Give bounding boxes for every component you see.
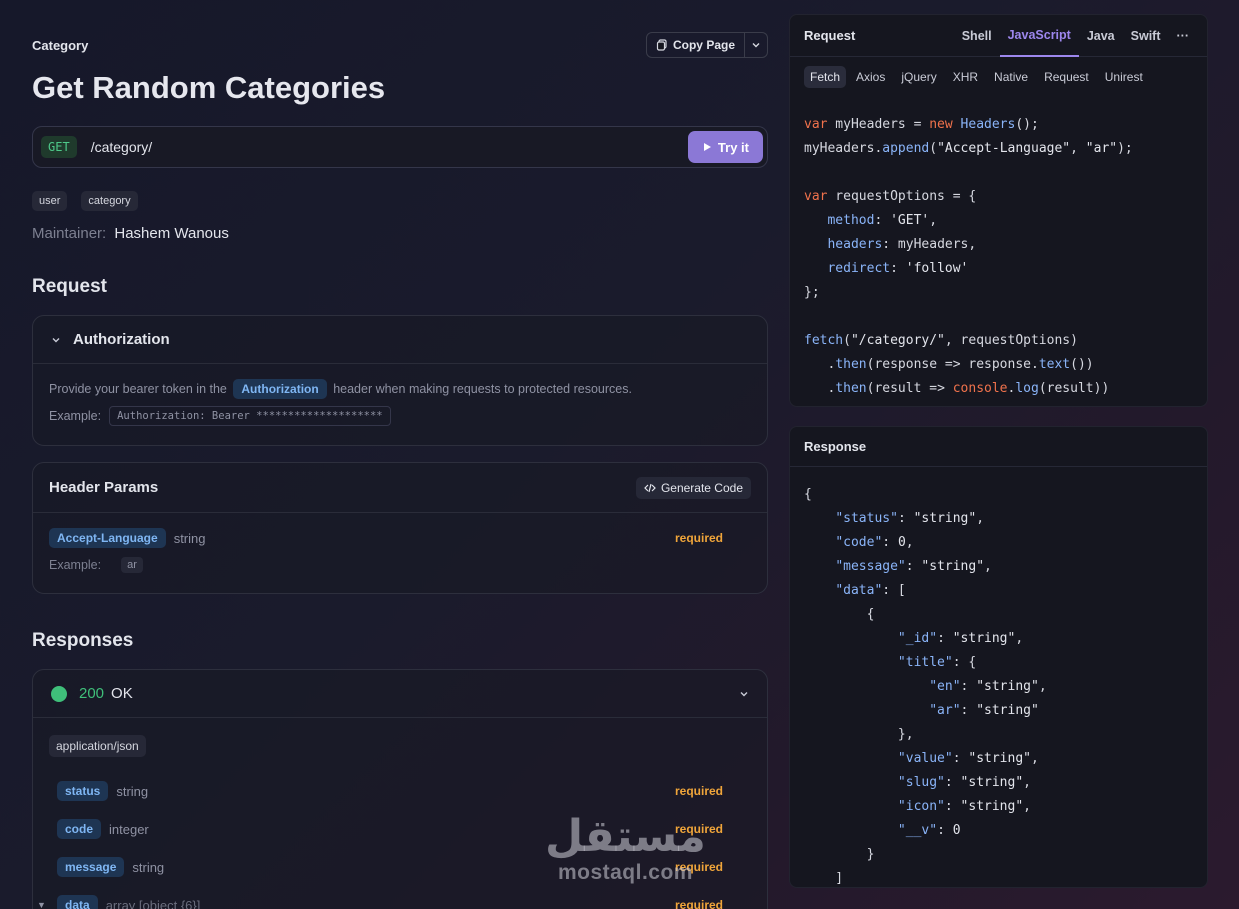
generate-code-button[interactable]: Generate Code xyxy=(635,476,751,499)
library-tabs: Fetch Axios jQuery XHR Native Request Un… xyxy=(790,57,1207,97)
response-example-panel: Response { "status": "string", "code": 0… xyxy=(789,426,1208,888)
tag-category[interactable]: category xyxy=(81,191,138,211)
field-type: string xyxy=(116,783,149,799)
copy-page-group: Copy Page xyxy=(645,32,768,58)
param-example-value: ar xyxy=(121,557,143,573)
try-it-label: Try it xyxy=(717,139,749,155)
auth-example: Example: Authorization: Bearer *********… xyxy=(49,406,751,426)
response-panel-title: Response xyxy=(804,439,867,454)
lib-axios[interactable]: Axios xyxy=(850,66,891,88)
generate-code-label: Generate Code xyxy=(660,480,743,495)
tab-java[interactable]: Java xyxy=(1079,15,1123,57)
response-200-header[interactable]: 200 OK xyxy=(33,670,767,718)
chevron-down-icon xyxy=(52,337,60,342)
field-row-data[interactable]: ▼ data array [object {6}] required xyxy=(37,886,751,909)
param-example: Example: ar xyxy=(49,557,751,573)
page-title: Get Random Categories xyxy=(32,70,386,105)
field-type: string xyxy=(132,859,165,875)
request-code-panel: Request Shell JavaScript Java Swift ··· … xyxy=(789,14,1208,407)
try-it-button[interactable]: Try it xyxy=(687,131,763,163)
field-name: code xyxy=(57,819,102,839)
auth-header-chip: Authorization xyxy=(233,379,327,399)
caret-down-icon: ▼ xyxy=(37,900,46,909)
responses-heading: Responses xyxy=(32,630,134,651)
tag-user[interactable]: user xyxy=(32,191,68,211)
watermark-arabic: مستقل xyxy=(545,811,706,862)
lib-native[interactable]: Native xyxy=(988,66,1034,88)
request-heading: Request xyxy=(32,276,107,297)
field-name: data xyxy=(57,895,98,909)
field-type: array [object {6}] xyxy=(105,897,201,909)
code-icon xyxy=(644,483,656,492)
tab-javascript[interactable]: JavaScript xyxy=(999,15,1079,57)
auth-example-label: Example: xyxy=(49,409,102,423)
lib-fetch[interactable]: Fetch xyxy=(804,66,847,88)
field-name: status xyxy=(57,781,109,801)
mostaql-watermark: مستقل mostaql.com xyxy=(545,815,706,885)
copy-page-label: Copy Page xyxy=(672,38,735,52)
chevron-down-icon xyxy=(740,691,748,696)
play-icon xyxy=(703,143,711,151)
authorization-header[interactable]: Authorization xyxy=(33,316,767,364)
lib-jquery[interactable]: jQuery xyxy=(895,66,942,88)
tab-shell[interactable]: Shell xyxy=(954,15,1000,57)
param-item: Accept-Language string required Example:… xyxy=(33,513,767,573)
copy-page-button[interactable]: Copy Page xyxy=(647,33,745,57)
status-dot xyxy=(51,685,67,702)
more-icon[interactable]: ··· xyxy=(1169,15,1208,57)
param-name: Accept-Language xyxy=(49,528,166,548)
request-code-block[interactable]: var myHeaders = new Headers(); myHeaders… xyxy=(790,113,1207,401)
status-text: OK xyxy=(111,685,133,702)
category-label: Category xyxy=(32,37,89,53)
auth-desc-before: Provide your bearer token in the xyxy=(49,382,227,396)
maintainer-label: Maintainer: xyxy=(32,225,107,242)
header-params-header: Header Params Generate Code xyxy=(33,463,767,513)
lib-request[interactable]: Request xyxy=(1038,66,1095,88)
method-badge: GET xyxy=(41,136,77,158)
header-params-title: Header Params xyxy=(49,479,159,496)
lib-unirest[interactable]: Unirest xyxy=(1099,66,1149,88)
param-row: Accept-Language string required xyxy=(49,528,751,548)
field-name: message xyxy=(57,857,125,877)
content-type-badge[interactable]: application/json xyxy=(49,735,146,757)
watermark-latin: mostaql.com xyxy=(557,861,693,884)
chevron-down-icon xyxy=(752,43,760,48)
param-example-label: Example: xyxy=(49,558,102,572)
response-code-block[interactable]: { "status": "string", "code": 0, "messag… xyxy=(790,483,1207,887)
request-panel-title: Request xyxy=(804,28,856,43)
endpoint-path: /category/ xyxy=(90,139,153,155)
category-row: Category Copy Page xyxy=(32,30,768,60)
required-badge: required xyxy=(674,898,723,909)
authorization-body: Provide your bearer token in the Authori… xyxy=(33,364,767,442)
response-panel-header: Response xyxy=(790,427,1207,467)
field-row: status string required xyxy=(57,772,751,810)
tag-list: user category xyxy=(32,191,768,211)
authorization-card: Authorization Provide your bearer token … xyxy=(32,315,768,446)
copy-page-dropdown[interactable] xyxy=(745,33,767,57)
status-code: 200 xyxy=(79,685,105,702)
param-type: string xyxy=(173,530,206,546)
copy-icon xyxy=(656,39,667,51)
required-badge: required xyxy=(674,531,723,545)
header-params-card: Header Params Generate Code Accept-Langu… xyxy=(32,462,768,594)
maintainer-name: Hashem Wanous xyxy=(114,225,229,242)
endpoint-bar: GET /category/ Try it xyxy=(32,126,768,168)
lib-xhr[interactable]: XHR xyxy=(947,66,984,88)
authorization-title: Authorization xyxy=(73,331,170,348)
tab-swift[interactable]: Swift xyxy=(1123,15,1169,57)
field-type: integer xyxy=(109,821,149,837)
auth-desc-after: header when making requests to protected… xyxy=(333,382,632,396)
required-badge: required xyxy=(674,784,723,798)
main-content: Category Copy Page Get Random Categories… xyxy=(32,30,768,909)
auth-example-value: Authorization: Bearer ******************… xyxy=(109,406,391,426)
request-panel-header: Request Shell JavaScript Java Swift ··· xyxy=(790,15,1207,57)
maintainer: Maintainer: Hashem Wanous xyxy=(32,225,768,242)
